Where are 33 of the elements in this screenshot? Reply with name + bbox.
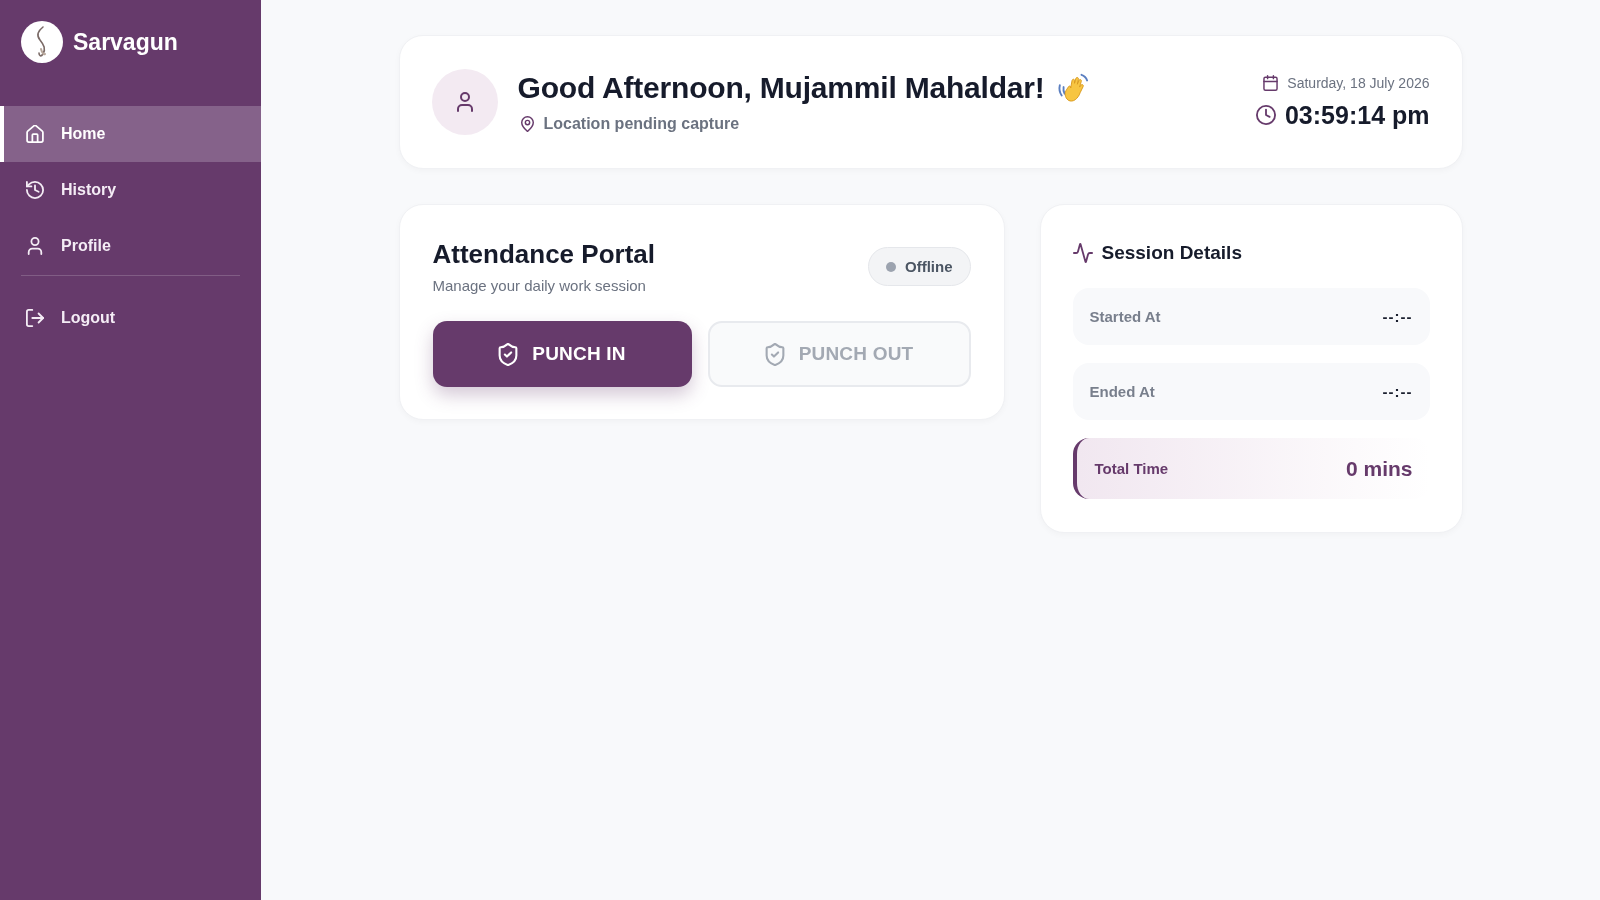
card-subtitle: Manage your daily work session xyxy=(432,276,647,296)
row-label: Started At xyxy=(1089,308,1161,325)
calendar-icon xyxy=(1263,74,1279,91)
shield-check-icon xyxy=(764,342,785,366)
logo-icon xyxy=(21,21,63,63)
logout-link[interactable]: Logout xyxy=(0,290,261,346)
shield-check-icon xyxy=(498,342,519,366)
punch-button[interactable]: PUNCH IN xyxy=(432,321,692,387)
home-icon xyxy=(26,125,44,143)
status-text: Offline xyxy=(905,258,953,275)
nav-item[interactable]: Profile xyxy=(0,218,261,274)
waving-hand-icon xyxy=(1056,72,1089,104)
nav-item[interactable]: History xyxy=(0,162,261,218)
activity-icon xyxy=(1072,243,1093,263)
row-value: 0 mins xyxy=(1345,456,1413,481)
location-text: Location pending capture xyxy=(543,115,740,133)
card-title: Session Details xyxy=(1101,241,1242,265)
card-title: Attendance Portal xyxy=(432,238,655,270)
logout-icon xyxy=(26,309,44,327)
nav-item[interactable]: Home xyxy=(0,106,261,162)
row-value: --:-- xyxy=(1382,308,1413,325)
user-avatar-icon xyxy=(431,69,498,135)
history-icon xyxy=(26,181,44,199)
greeting-title: Good Afternoon, Mujammil Mahaldar! xyxy=(517,70,1045,106)
map-pin-icon xyxy=(520,116,534,132)
date-text: Saturday, 18 July 2026 xyxy=(1287,74,1430,91)
brand-name: Sarvagun xyxy=(73,28,178,56)
clock-icon xyxy=(1255,105,1276,125)
row-value: --:-- xyxy=(1382,383,1413,400)
row-label: Ended At xyxy=(1089,383,1155,400)
row-label: Total Time xyxy=(1094,460,1169,477)
time-text: 03:59:14 pm xyxy=(1284,100,1430,130)
user-icon xyxy=(26,237,44,255)
